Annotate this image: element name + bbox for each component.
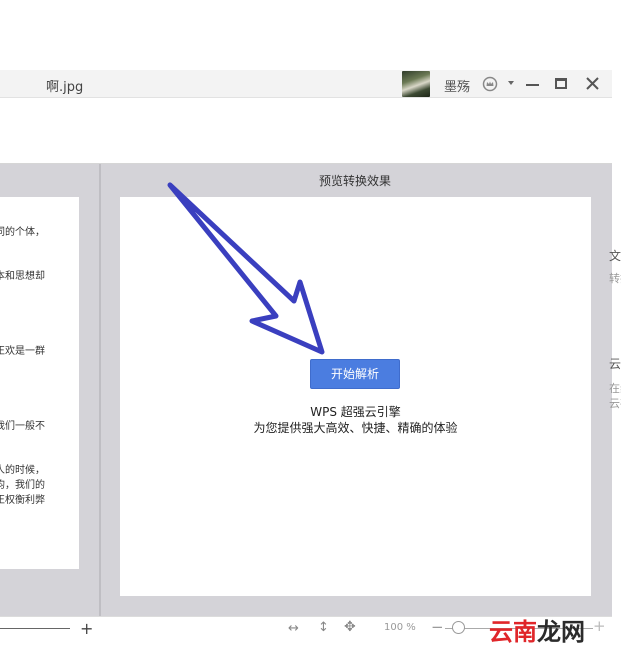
side-text: 云存 bbox=[609, 397, 621, 410]
user-name[interactable]: 墨殇 bbox=[444, 76, 470, 95]
source-zoom-plus-icon[interactable]: + bbox=[80, 619, 93, 638]
source-text-line: 人的时候， bbox=[0, 465, 45, 476]
zoom-slider-thumb[interactable] bbox=[452, 621, 465, 634]
user-avatar[interactable] bbox=[402, 71, 430, 97]
dropdown-icon[interactable] bbox=[508, 81, 514, 85]
side-text: 在线 bbox=[609, 382, 621, 395]
vip-crown-icon[interactable] bbox=[482, 76, 498, 92]
zoom-level: 100 % bbox=[384, 622, 416, 633]
start-parse-button[interactable]: 开始解析 bbox=[310, 359, 400, 389]
maximize-icon[interactable] bbox=[555, 78, 567, 89]
watermark-part: 云南 bbox=[489, 617, 537, 646]
source-text-line: 本和思想却 bbox=[0, 271, 45, 282]
zoom-plus-icon[interactable]: + bbox=[593, 617, 606, 635]
close-icon[interactable] bbox=[585, 76, 600, 91]
preview-page bbox=[120, 197, 591, 596]
source-text-line: 均，我们的 bbox=[0, 480, 45, 491]
source-text-line: 正权衡利弊 bbox=[0, 495, 45, 506]
side-text: 文档 bbox=[609, 249, 621, 263]
watermark-part: 龙网 bbox=[537, 617, 585, 646]
source-text-line: 同的个体， bbox=[0, 227, 45, 238]
fit-height-icon[interactable]: ↕ bbox=[318, 620, 329, 635]
title-bar[interactable] bbox=[0, 70, 612, 98]
preview-header: 预览转换效果 bbox=[318, 174, 391, 188]
toolbar-area bbox=[0, 98, 612, 164]
fit-width-icon[interactable]: ↔ bbox=[288, 621, 299, 636]
source-text-line: 我们一般不 bbox=[0, 421, 45, 432]
side-text: 转换 bbox=[609, 272, 621, 285]
zoom-minus-icon[interactable]: − bbox=[431, 618, 444, 636]
window-title: 啊.jpg bbox=[46, 80, 84, 95]
source-page: 同的个体， 本和思想却 正欢是一群 我们一般不 人的时候， 均，我们的 正权衡利… bbox=[0, 197, 79, 569]
move-icon[interactable]: ✥ bbox=[344, 619, 356, 635]
minimize-icon[interactable] bbox=[526, 84, 539, 86]
source-zoom-track[interactable] bbox=[0, 628, 70, 629]
engine-description: 为您提供强大高效、快捷、精确的体验 bbox=[253, 421, 458, 435]
source-text-line: 正欢是一群 bbox=[0, 346, 45, 357]
side-text: 云文 bbox=[609, 357, 621, 371]
desktop-background bbox=[0, 0, 621, 70]
engine-title: WPS 超强云引擎 bbox=[310, 405, 401, 419]
site-watermark: 云南龙网 bbox=[489, 612, 585, 647]
